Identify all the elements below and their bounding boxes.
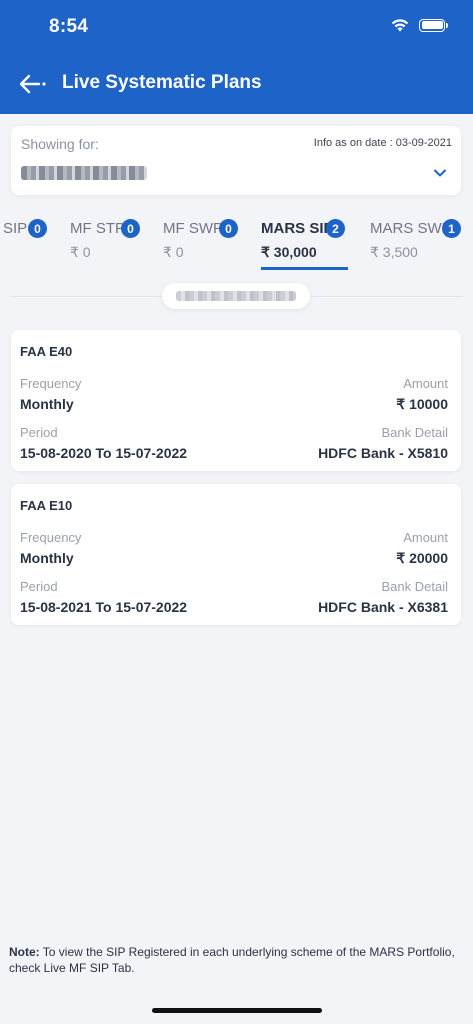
status-time: 8:54: [49, 16, 89, 37]
investor-name-chip-redacted: [162, 283, 310, 309]
period-label: Period: [20, 579, 58, 594]
period-label: Period: [20, 425, 58, 440]
footnote: Note: To view the SIP Registered in each…: [9, 944, 464, 976]
amount-label: Amount: [403, 530, 448, 545]
client-name-redacted: [21, 166, 147, 180]
plan-name: FAA E40: [20, 344, 73, 359]
tab-amount: ₹ 0: [163, 244, 184, 260]
amount-label: Amount: [403, 376, 448, 391]
home-indicator[interactable]: [152, 1008, 322, 1013]
tab-label: MF SWP: [163, 220, 223, 237]
period-value: 15-08-2021 To 15-07-2022: [20, 599, 188, 615]
tab-amount: ₹ 0: [70, 244, 91, 260]
info-date: Info as on date : 03-09-2021: [313, 137, 452, 149]
bank-detail-label: Bank Detail: [381, 425, 448, 440]
tab-count-badge: 0: [121, 219, 140, 238]
tab-count-badge: 2: [326, 219, 345, 238]
battery-icon: [419, 18, 448, 32]
status-icons: [391, 18, 448, 32]
tab-label: SIP: [3, 220, 28, 237]
tab-amount: ₹ 3,500: [370, 244, 418, 260]
tab-amount: ₹ 30,000: [261, 244, 317, 260]
bank-detail-label: Bank Detail: [381, 579, 448, 594]
tab-label: MF STP: [70, 220, 125, 237]
tab-count-badge: 0: [219, 219, 238, 238]
period-value: 15-08-2020 To 15-07-2022: [20, 445, 188, 461]
frequency-value: Monthly: [20, 396, 74, 412]
tab-sip[interactable]: SIP 0: [3, 212, 49, 272]
amount-value: ₹ 10000: [396, 396, 448, 412]
tab-mf-stp[interactable]: MF STP 0 ₹ 0: [70, 212, 142, 272]
note-text: To view the SIP Registered in each under…: [9, 945, 455, 975]
tab-mf-swp[interactable]: MF SWP 0 ₹ 0: [163, 212, 239, 272]
wifi-icon: [391, 19, 409, 32]
tab-label: MARS SWP: [370, 220, 452, 237]
tab-label: MARS SIP: [261, 220, 334, 237]
plan-card: FAA E40 Frequency Amount Monthly ₹ 10000…: [11, 330, 461, 471]
plan-name: FAA E10: [20, 498, 73, 513]
app-header: 8:54 Live Systematic Plans: [0, 0, 473, 114]
plan-card: FAA E10 Frequency Amount Monthly ₹ 20000…: [11, 484, 461, 625]
tab-count-badge: 1: [442, 219, 461, 238]
bank-detail-value: HDFC Bank - X5810: [318, 445, 448, 461]
active-tab-indicator: [261, 267, 348, 270]
page-title: Live Systematic Plans: [62, 72, 262, 93]
frequency-value: Monthly: [20, 550, 74, 566]
bank-detail-value: HDFC Bank - X6381: [318, 599, 448, 615]
tab-mars-swp[interactable]: MARS SWP 1 ₹ 3,500: [370, 212, 466, 272]
showing-for-label: Showing for:: [21, 136, 99, 152]
tab-mars-sip[interactable]: MARS SIP 2 ₹ 30,000: [261, 212, 348, 272]
frequency-label: Frequency: [20, 376, 82, 391]
plan-tabs: SIP 0 MF STP 0 ₹ 0 MF SWP 0 ₹ 0 MARS SIP…: [0, 212, 473, 272]
chevron-down-icon[interactable]: [433, 166, 447, 180]
amount-value: ₹ 20000: [396, 550, 448, 566]
frequency-label: Frequency: [20, 530, 82, 545]
client-selector[interactable]: Showing for: Info as on date : 03-09-202…: [11, 126, 461, 195]
tab-count-badge: 0: [28, 219, 47, 238]
back-arrow-icon[interactable]: [17, 70, 49, 98]
note-prefix: Note:: [9, 945, 40, 959]
